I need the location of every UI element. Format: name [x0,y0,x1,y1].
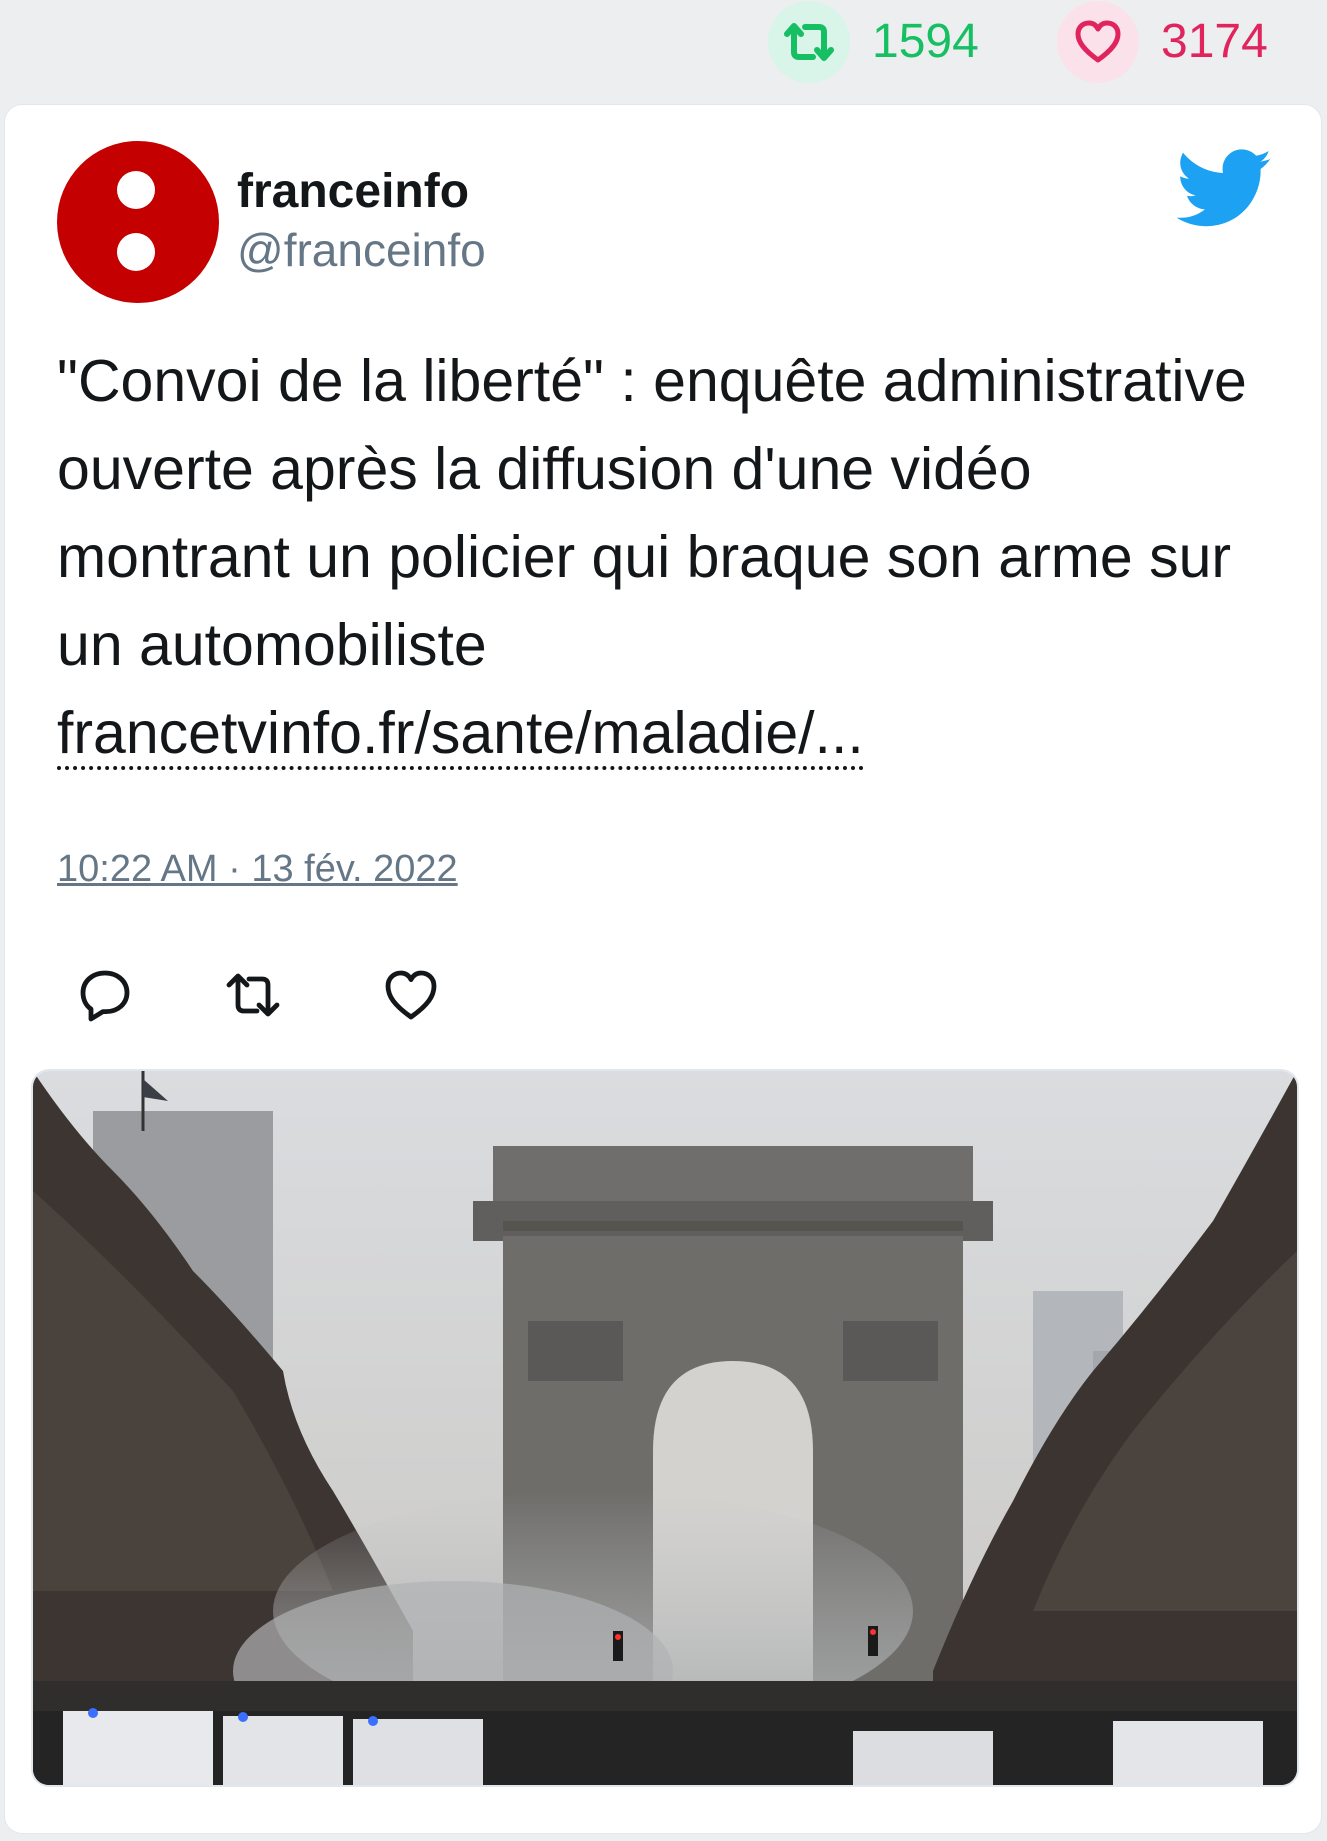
retweet-count: 1594 [872,15,979,68]
tweet-link[interactable]: francetvinfo.fr/sante/maladie/... [57,700,864,770]
avatar-dot [117,233,155,271]
avatar[interactable] [57,141,219,303]
tweet-text: "Convoi de la liberté" : enquête adminis… [57,337,1257,777]
retweet-icon [768,1,850,83]
heart-icon [1057,1,1139,83]
avatar-dot [117,171,155,209]
author-handle[interactable]: @franceinfo [237,223,486,278]
like-count-stat[interactable]: 3174 [1057,1,1268,83]
tweet-photo[interactable] [31,1069,1299,1787]
heart-icon[interactable] [383,967,439,1023]
retweet-count-stat[interactable]: 1594 [768,1,979,83]
tweet-body: "Convoi de la liberté" : enquête adminis… [57,348,1247,678]
author-display-name[interactable]: franceinfo [237,163,469,221]
tweet-card: franceinfo @franceinfo "Convoi de la lib… [4,104,1322,1834]
reply-icon[interactable] [77,967,133,1023]
like-count: 3174 [1161,15,1268,68]
tweet-timestamp[interactable]: 10:22 AM · 13 fév. 2022 [57,847,458,893]
twitter-bird-icon[interactable] [1177,147,1273,231]
tweet-stats-bar: 1594 3174 [0,0,1327,90]
retweet-icon[interactable] [225,967,281,1023]
photo-arc-de-triomphe [33,1071,1297,1785]
